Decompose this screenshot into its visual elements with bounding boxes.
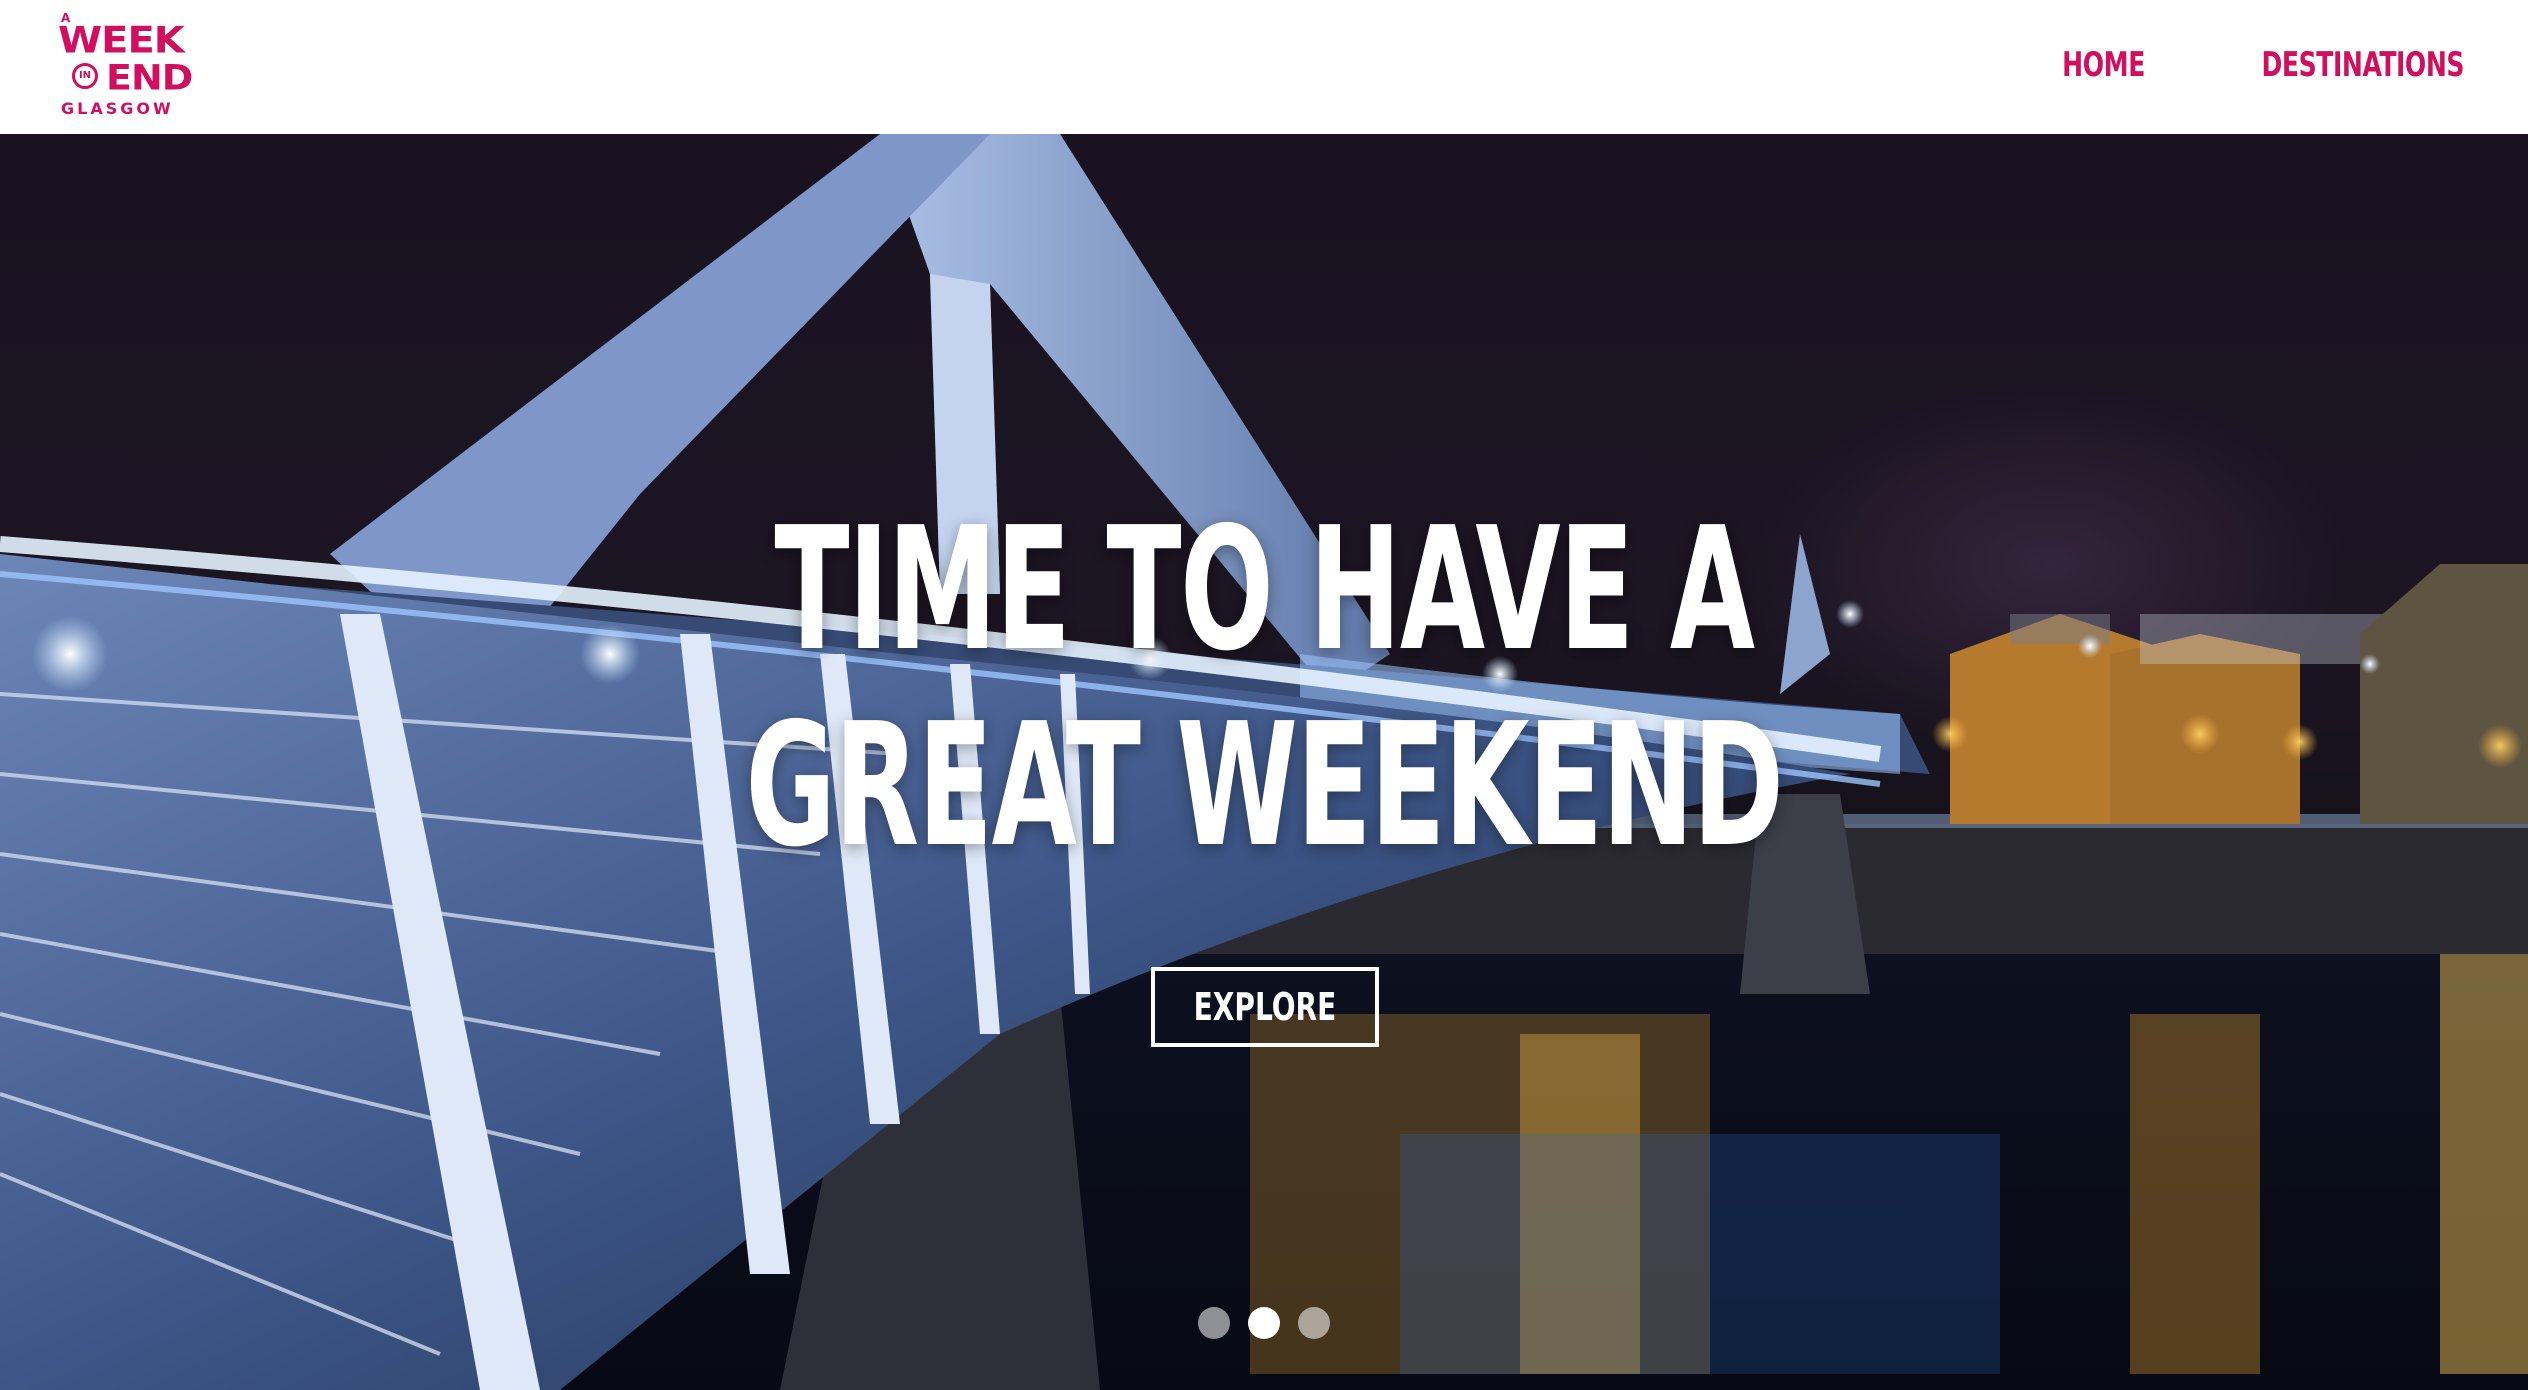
explore-button[interactable]: EXPLORE (1151, 967, 1379, 1047)
site-header: A WEEK IN END GLASGOW HOME DESTINATIONS (0, 0, 2528, 134)
explore-button-label: EXPLORE (1193, 985, 1337, 1029)
carousel-dots (1198, 1307, 1330, 1339)
logo-week: WEEK (58, 19, 185, 62)
main-nav: HOME DESTINATIONS (2044, 40, 2464, 90)
logo-city: GLASGOW (61, 99, 174, 118)
carousel-dot-3[interactable] (1298, 1307, 1330, 1339)
hero-carousel: TIME TO HAVE A GREAT WEEKEND EXPLORE (0, 134, 2528, 1390)
hero-headline: TIME TO HAVE A GREAT WEEKEND (0, 492, 2528, 884)
nav-home-link[interactable]: HOME (2062, 40, 2145, 90)
hero-headline-line-1: TIME TO HAVE A (774, 491, 1755, 689)
site-logo[interactable]: A WEEK IN END GLASGOW (58, 12, 208, 118)
carousel-dot-1[interactable] (1198, 1307, 1230, 1339)
nav-destinations-link[interactable]: DESTINATIONS (2261, 40, 2464, 90)
logo-in-badge: IN (72, 63, 98, 89)
hero-headline-line-2: GREAT WEEKEND (745, 687, 1783, 885)
carousel-dot-2[interactable] (1248, 1307, 1280, 1339)
logo-end: END (106, 57, 193, 98)
